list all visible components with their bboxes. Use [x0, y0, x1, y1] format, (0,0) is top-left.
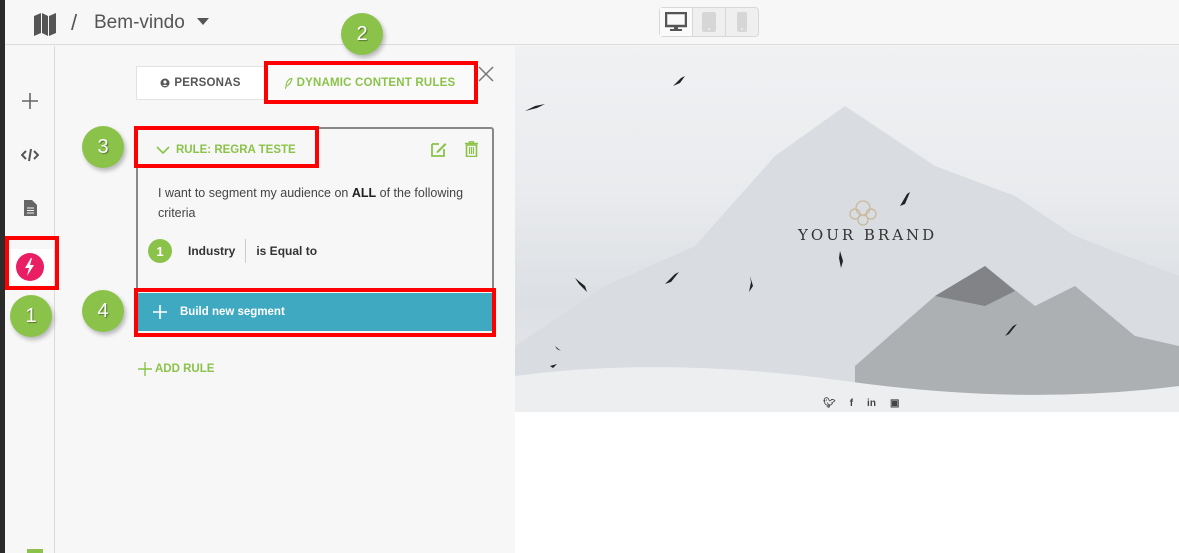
- criteria-field: Industry: [188, 244, 236, 258]
- youtube-icon[interactable]: ▣: [890, 398, 899, 409]
- tab-personas[interactable]: PERSONAS: [136, 66, 264, 100]
- add-rule-button[interactable]: ADD RULE: [138, 362, 214, 376]
- trash-icon[interactable]: [465, 141, 478, 157]
- rule-actions: [431, 141, 478, 157]
- desktop-icon: [665, 12, 687, 31]
- user-circle-icon: [160, 78, 170, 88]
- status-indicator: [27, 549, 43, 553]
- criteria-divider: [245, 239, 247, 263]
- code-icon: [21, 148, 39, 162]
- sidebar-item-code[interactable]: [5, 140, 55, 170]
- callout-4: 4: [82, 290, 124, 332]
- tablet-view-button[interactable]: [693, 8, 726, 36]
- linkedin-icon[interactable]: in: [867, 398, 876, 409]
- social-links: 🐦︎ f in ▣: [823, 398, 899, 409]
- map-icon[interactable]: [33, 12, 57, 36]
- facebook-icon[interactable]: f: [850, 398, 853, 409]
- desktop-view-button[interactable]: [660, 8, 693, 36]
- criteria-number-badge: 1: [148, 239, 172, 263]
- highlight-box-sidebar: [5, 236, 59, 290]
- criteria-operator: is Equal to: [256, 244, 318, 258]
- callout-1: 1: [10, 295, 52, 337]
- tab-personas-label: PERSONAS: [174, 77, 241, 89]
- edit-icon[interactable]: [431, 141, 447, 157]
- callout-3: 3: [82, 126, 124, 168]
- sidebar-item-page[interactable]: [5, 193, 55, 223]
- hero-image: YOUR BRAND 🐦︎ f in ▣: [515, 46, 1179, 412]
- criteria-row[interactable]: 1 Industry is Equal to: [148, 239, 317, 263]
- sidebar-item-add[interactable]: [5, 86, 55, 116]
- close-icon[interactable]: [476, 64, 496, 84]
- caret-down-icon[interactable]: [197, 18, 209, 25]
- mobile-view-button[interactable]: [726, 8, 758, 36]
- top-bar: / Bem-vindo: [5, 0, 1179, 45]
- device-switcher: [659, 7, 759, 37]
- plus-icon: [22, 93, 38, 109]
- highlight-box-rule-title: [134, 126, 319, 168]
- add-rule-label: ADD RULE: [155, 363, 215, 375]
- callout-2: 2: [341, 13, 383, 55]
- rule-description: I want to segment my audience on ALL of …: [158, 183, 478, 223]
- rule-match-mode: ALL: [351, 186, 377, 200]
- brand-logo-text: YOUR BRAND: [798, 226, 938, 244]
- highlight-box-tab: [264, 61, 478, 104]
- breadcrumb-separator: /: [71, 10, 78, 35]
- page-title[interactable]: Bem-vindo: [94, 12, 185, 34]
- tablet-icon: [702, 12, 716, 32]
- mobile-icon: [737, 12, 747, 32]
- document-icon: [23, 200, 37, 216]
- page-preview: YOUR BRAND 🐦︎ f in ▣: [515, 46, 1179, 553]
- twitter-icon[interactable]: 🐦︎: [823, 398, 836, 409]
- highlight-box-build-segment: [134, 288, 496, 337]
- rule-description-text: I want to segment my audience on: [158, 186, 352, 200]
- plus-icon: [138, 362, 152, 376]
